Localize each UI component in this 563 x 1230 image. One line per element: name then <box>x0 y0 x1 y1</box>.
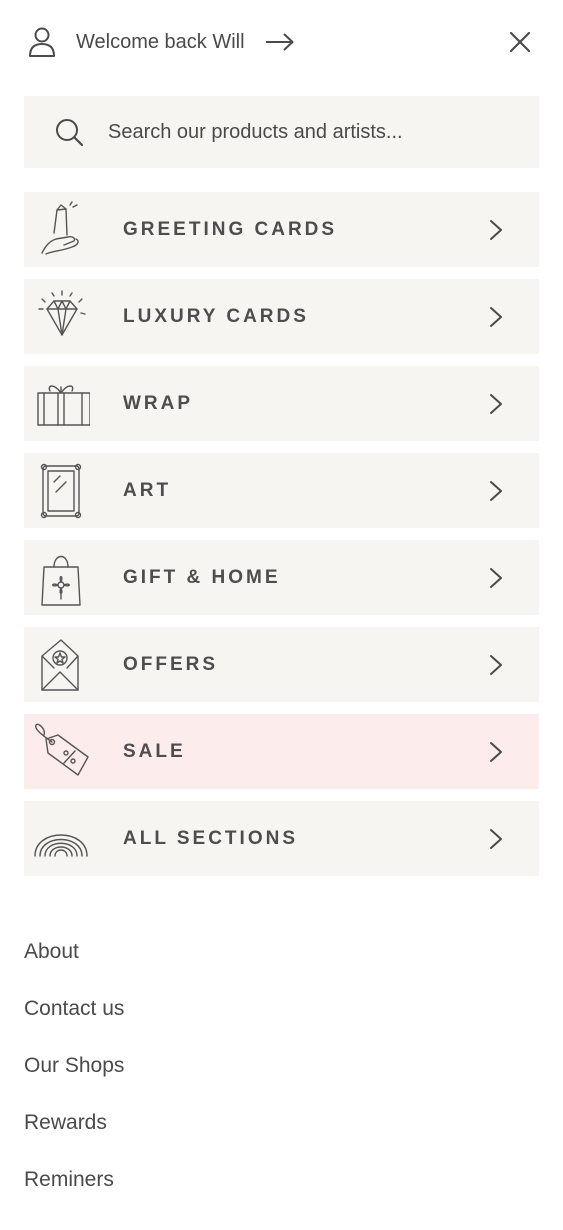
welcome-account-link[interactable]: Welcome back Will <box>28 24 295 60</box>
chevron-right-icon <box>486 479 506 503</box>
menu-item-sale[interactable]: SALE <box>24 714 539 789</box>
close-button[interactable] <box>504 26 536 58</box>
gift-box-icon <box>32 375 90 433</box>
our-shops-link[interactable]: Our Shops <box>24 1044 324 1101</box>
chevron-right-icon <box>486 305 506 329</box>
menu-item-label: ART <box>123 480 172 501</box>
chevron-right-icon <box>486 827 506 851</box>
top-bar: Welcome back Will <box>0 0 563 84</box>
category-menu: GREETING CARDS LUXURY CARDS WRAP ART GIF… <box>24 192 539 888</box>
chevron-right-icon <box>486 566 506 590</box>
envelope-icon <box>32 636 90 694</box>
rainbow-icon <box>32 810 90 868</box>
arrow-right-icon <box>265 33 294 51</box>
menu-item-label: OFFERS <box>123 654 219 675</box>
menu-item-all-sections[interactable]: ALL SECTIONS <box>24 801 539 876</box>
picture-frame-icon <box>32 462 90 520</box>
menu-item-art[interactable]: ART <box>24 453 539 528</box>
welcome-text: Welcome back Will <box>76 30 245 53</box>
menu-item-label: GREETING CARDS <box>123 219 338 240</box>
menu-item-label: GIFT & HOME <box>123 567 281 588</box>
footer-links: About Contact us Our Shops Rewards Remin… <box>24 930 324 1215</box>
menu-item-gift-home[interactable]: GIFT & HOME <box>24 540 539 615</box>
menu-item-wrap[interactable]: WRAP <box>24 366 539 441</box>
close-icon <box>509 31 531 53</box>
menu-item-label: LUXURY CARDS <box>123 306 309 327</box>
search-bar[interactable] <box>24 96 539 168</box>
chevron-right-icon <box>486 653 506 677</box>
search-input[interactable] <box>108 120 508 144</box>
menu-item-luxury-cards[interactable]: LUXURY CARDS <box>24 279 539 354</box>
menu-item-offers[interactable]: OFFERS <box>24 627 539 702</box>
search-icon <box>56 119 84 147</box>
reminders-link[interactable]: Reminers <box>24 1158 324 1215</box>
greeting-card-hand-icon <box>32 201 90 259</box>
menu-item-greeting-cards[interactable]: GREETING CARDS <box>24 192 539 267</box>
chevron-right-icon <box>486 218 506 242</box>
menu-item-label: WRAP <box>123 393 194 414</box>
price-tag-icon <box>32 723 90 781</box>
user-icon <box>29 27 55 57</box>
menu-item-label: ALL SECTIONS <box>123 828 298 849</box>
tote-bag-icon <box>32 549 90 607</box>
menu-item-label: SALE <box>123 741 186 762</box>
contact-us-link[interactable]: Contact us <box>24 987 324 1044</box>
chevron-right-icon <box>486 740 506 764</box>
about-link[interactable]: About <box>24 930 324 987</box>
rewards-link[interactable]: Rewards <box>24 1101 324 1158</box>
diamond-icon <box>32 288 90 346</box>
chevron-right-icon <box>486 392 506 416</box>
